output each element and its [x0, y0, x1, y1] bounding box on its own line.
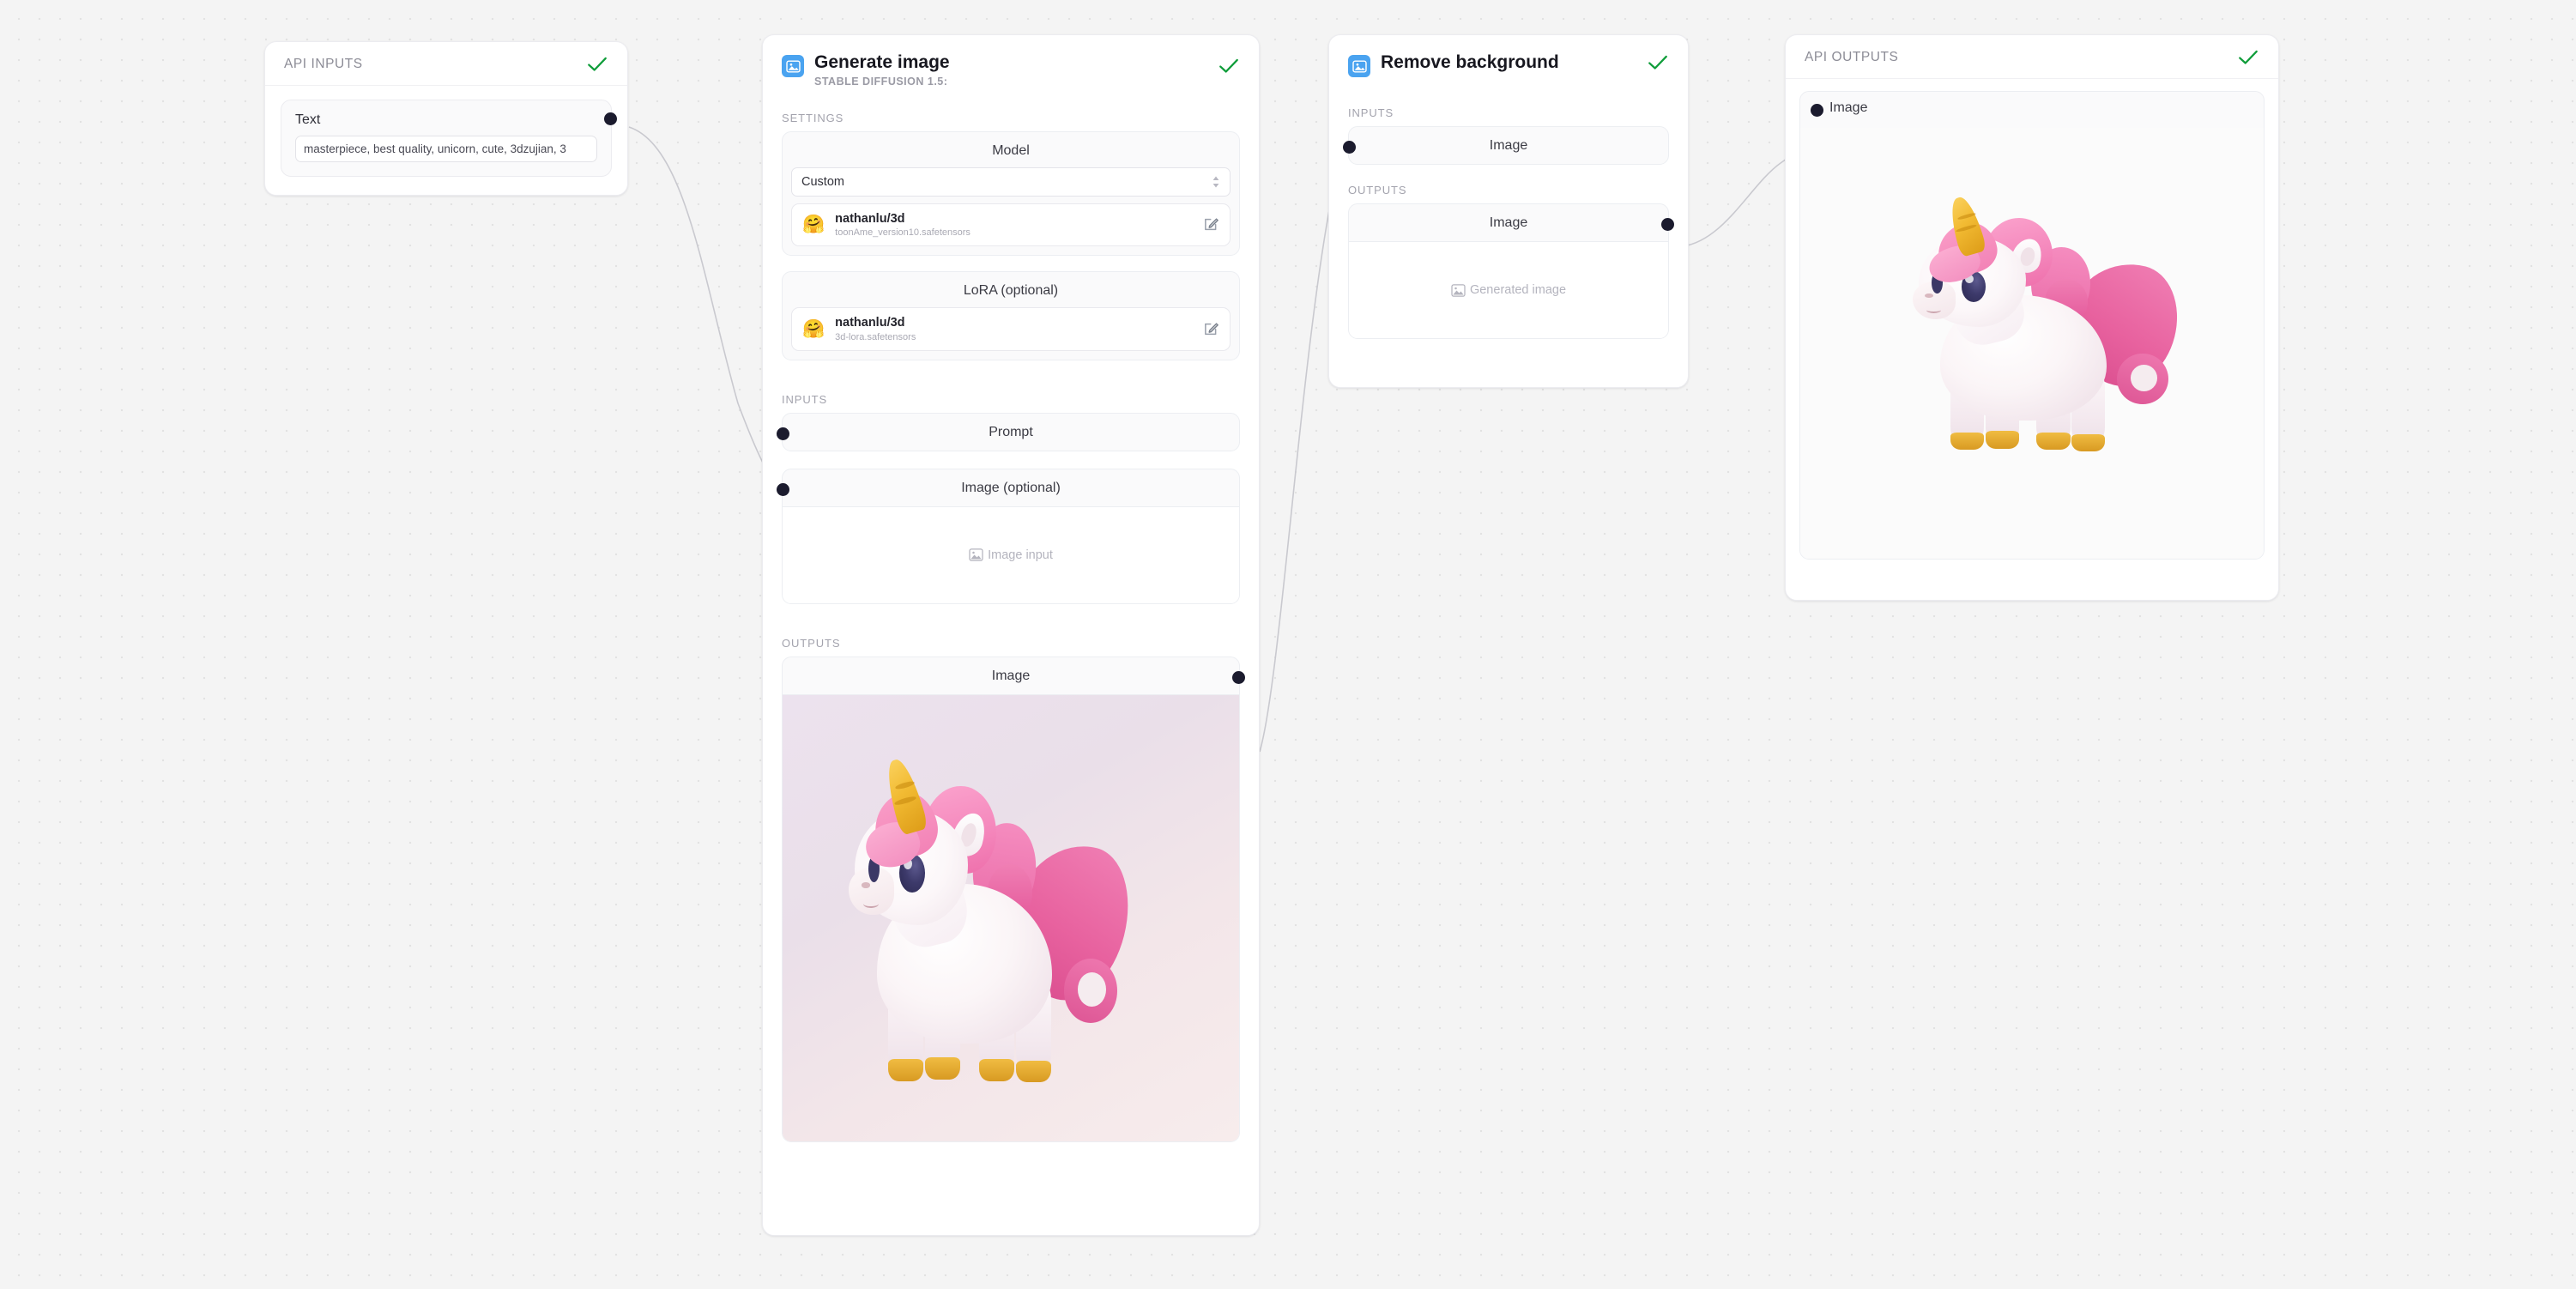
check-icon	[1219, 58, 1238, 73]
api-outputs-body: Image	[1786, 79, 2278, 575]
unicorn-3d-render	[1800, 128, 2264, 559]
api-input-field-text[interactable]: Text masterpiece, best quality, unicorn,…	[281, 100, 617, 177]
check-icon	[1648, 55, 1667, 70]
huggingface-icon: 🤗	[802, 319, 825, 340]
workflow-canvas[interactable]: API INPUTS Text masterpiece, best qualit…	[0, 0, 2576, 1289]
model-group: Model Custom 🤗 nathanlu/3d toonAme_versi…	[782, 130, 1240, 257]
input-port-label: Image	[1489, 138, 1528, 153]
output-port-label: Image	[1489, 215, 1528, 230]
image-placeholder-icon	[969, 548, 983, 562]
model-select-value: Custom	[801, 174, 844, 189]
node-subtitle: STABLE DIFFUSION 1.5:	[814, 75, 948, 88]
image-icon	[782, 55, 804, 77]
output-port-dot[interactable]	[604, 112, 617, 125]
unicorn-3d-render	[783, 694, 1239, 1141]
output-port-label: Image	[991, 668, 1031, 683]
api-outputs-header: API OUTPUTS	[1786, 35, 2278, 79]
node-generate-image[interactable]: Generate image STABLE DIFFUSION 1.5: SET…	[762, 34, 1260, 1236]
stepper-icon[interactable]	[1212, 175, 1220, 189]
inputs-section-label: INPUTS	[782, 392, 828, 406]
input-port-dot[interactable]	[777, 482, 789, 496]
outputs-section-label: OUTPUTS	[782, 636, 841, 650]
input-port-image-optional[interactable]: Image (optional) Image input	[777, 468, 1240, 604]
settings-section-label: SETTINGS	[782, 111, 844, 124]
image-icon	[1348, 55, 1370, 77]
input-port-label: Prompt	[989, 424, 1033, 439]
check-icon	[588, 57, 607, 71]
api-output-field-image[interactable]: Image	[1799, 91, 2265, 560]
image-input-placeholder-text: Image input	[988, 548, 1053, 562]
input-port-dot[interactable]	[777, 427, 789, 440]
input-port-label: Image (optional)	[961, 480, 1061, 495]
inputs-section-label: INPUTS	[1348, 106, 1394, 119]
lora-entry-name: nathanlu/3d	[835, 316, 905, 330]
input-port-prompt[interactable]: Prompt	[777, 412, 1240, 451]
output-port-dot[interactable]	[1232, 670, 1245, 684]
api-inputs-header: API INPUTS	[265, 42, 627, 86]
api-input-label: Text	[295, 112, 321, 127]
output-port-image[interactable]: Image Generated image	[1348, 203, 1674, 339]
image-input-dropzone[interactable]: Image input	[783, 505, 1239, 603]
api-outputs-title: API OUTPUTS	[1805, 50, 1899, 64]
api-output-label: Image	[1829, 100, 1868, 115]
api-outputs-panel[interactable]: API OUTPUTS Image	[1785, 34, 2279, 601]
node-title: Remove background	[1381, 52, 1559, 72]
check-icon	[2239, 50, 2258, 64]
lora-group: LoRA (optional) 🤗 nathanlu/3d 3d-lora.sa…	[782, 271, 1240, 360]
api-inputs-title: API INPUTS	[284, 57, 363, 71]
model-entry-file: toonAme_version10.safetensors	[835, 227, 971, 239]
input-port-dot[interactable]	[1343, 141, 1356, 154]
outputs-section-label: OUTPUTS	[1348, 184, 1407, 197]
model-entry[interactable]: 🤗 nathanlu/3d toonAme_version10.safetens…	[791, 203, 1231, 247]
lora-entry[interactable]: 🤗 nathanlu/3d 3d-lora.safetensors	[791, 307, 1231, 351]
lora-entry-file: 3d-lora.safetensors	[835, 331, 916, 342]
node-title: Generate image	[814, 52, 950, 72]
input-port-dot[interactable]	[1811, 104, 1823, 117]
input-port-image[interactable]: Image	[1343, 126, 1669, 165]
api-inputs-panel[interactable]: API INPUTS Text masterpiece, best qualit…	[264, 41, 628, 196]
api-inputs-body: Text masterpiece, best quality, unicorn,…	[265, 86, 627, 192]
generate-image-header: Generate image STABLE DIFFUSION 1.5:	[763, 35, 1259, 91]
generated-image-placeholder[interactable]: Generated image	[1349, 241, 1668, 338]
output-port-image[interactable]: Image	[782, 656, 1245, 1142]
api-output-image-preview[interactable]	[1800, 128, 2264, 559]
lora-group-title: LoRA (optional)	[963, 283, 1059, 299]
model-entry-name: nathanlu/3d	[835, 211, 905, 226]
remove-background-header: Remove background	[1329, 35, 1688, 81]
text-input[interactable]: masterpiece, best quality, unicorn, cute…	[295, 136, 597, 162]
model-group-title: Model	[992, 142, 1030, 158]
edit-icon[interactable]	[1203, 321, 1219, 337]
generated-image-placeholder-text: Generated image	[1469, 283, 1567, 297]
image-placeholder-icon	[1451, 283, 1466, 297]
output-image-preview[interactable]	[783, 693, 1239, 1141]
node-remove-background[interactable]: Remove background INPUTS Image OUTPUTS I…	[1328, 34, 1689, 388]
huggingface-icon: 🤗	[802, 215, 825, 235]
model-select[interactable]: Custom	[791, 166, 1231, 197]
output-port-dot[interactable]	[1661, 218, 1674, 231]
edit-icon[interactable]	[1203, 216, 1219, 233]
